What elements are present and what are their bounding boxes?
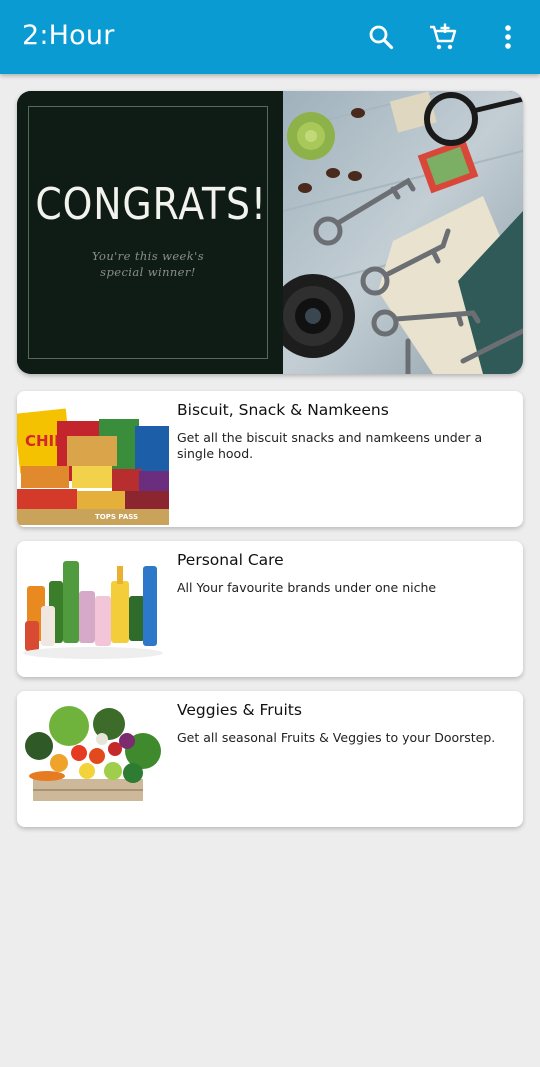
category-title: Personal Care (177, 551, 284, 569)
personal-care-image (17, 541, 169, 677)
veggies-fruits-image (17, 691, 169, 827)
category-card-personal-care[interactable]: Personal Care All Your favourite brands … (17, 541, 523, 677)
banner-subtext-line1: You're this week's (92, 249, 204, 263)
app-title: 2:Hour (22, 20, 115, 51)
app-bar: 2:Hour (0, 0, 540, 74)
more-vert-icon[interactable] (491, 20, 525, 54)
banner-text-panel: CONGRATS! You're this week's special win… (17, 91, 283, 374)
promo-banner[interactable]: CONGRATS! You're this week's special win… (17, 91, 523, 374)
banner-headline: CONGRATS! (35, 179, 267, 230)
category-description: Get all seasonal Fruits & Veggies to you… (177, 730, 496, 745)
banner-keys-image (271, 91, 523, 374)
category-card-veggies-fruits[interactable]: Veggies & Fruits Get all seasonal Fruits… (17, 691, 523, 827)
banner-frame (28, 106, 268, 359)
category-title: Biscuit, Snack & Namkeens (177, 401, 389, 419)
add-to-cart-icon[interactable] (426, 20, 460, 54)
category-description: All Your favourite brands under one nich… (177, 580, 437, 595)
category-description: Get all the biscuit snacks and namkeens … (177, 430, 483, 461)
biscuits-snacks-image: CHIPS TOPS PASS (17, 391, 169, 527)
category-card-biscuits[interactable]: CHIPS TOPS PASS Biscuit, Snack & Namkeen… (17, 391, 523, 527)
svg-text:TOPS PASS: TOPS PASS (95, 513, 138, 521)
banner-subtext: You're this week's special winner! (17, 248, 279, 280)
category-title: Veggies & Fruits (177, 701, 302, 719)
search-icon[interactable] (364, 20, 398, 54)
banner-subtext-line2: special winner! (100, 265, 196, 279)
